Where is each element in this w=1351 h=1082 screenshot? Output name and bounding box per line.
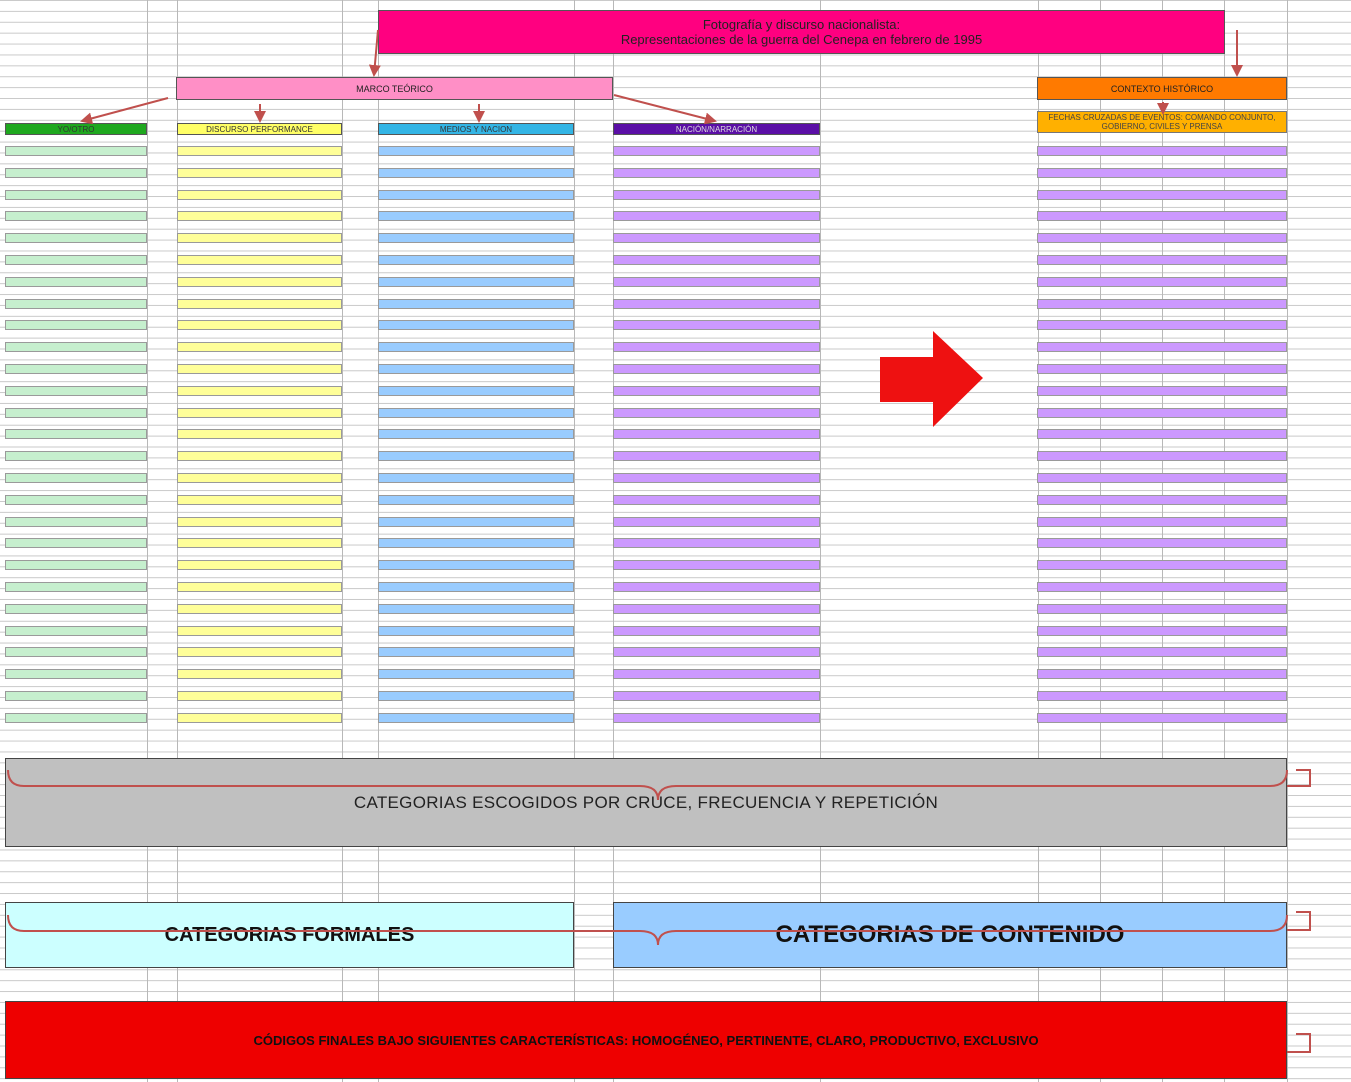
marco-to-yo-otro-arrow bbox=[80, 97, 169, 125]
connector-arrows bbox=[7, 29, 1311, 1053]
title-to-marco-arrow bbox=[368, 29, 381, 77]
brace-codigos-right bbox=[1287, 1033, 1311, 1053]
big-red-arrow-icon bbox=[880, 331, 983, 427]
brace-categorias bbox=[7, 914, 1288, 946]
marco-to-nacion-arrow bbox=[613, 94, 717, 125]
brace-cruce bbox=[7, 769, 1288, 801]
brace-categorias-right bbox=[1287, 911, 1311, 931]
brace-cruce-right bbox=[1287, 769, 1311, 787]
